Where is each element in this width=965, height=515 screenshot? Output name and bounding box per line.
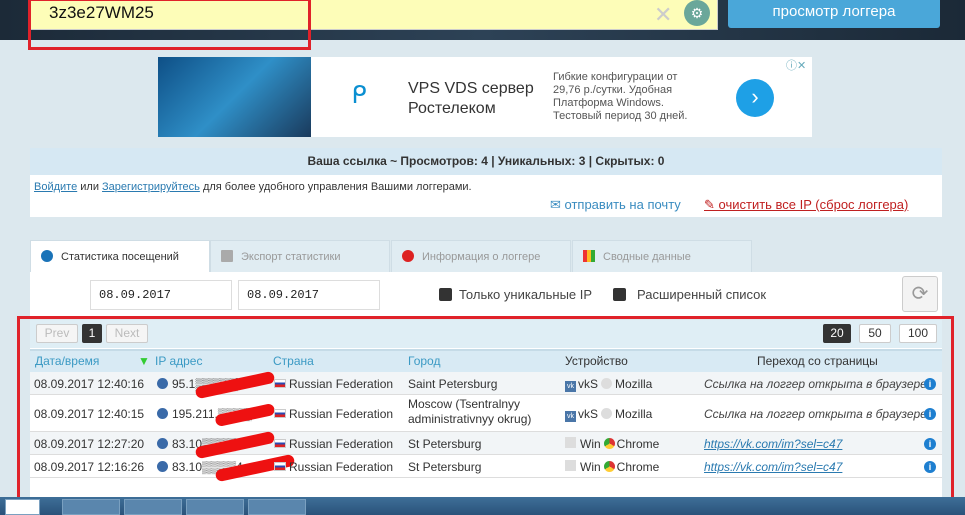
unique-ip-label: Только уникальные IP [459, 287, 593, 302]
advertisement[interactable]: ᑭ VPS VDS сервер Ростелеком Гибкие конфи… [158, 57, 812, 137]
ad-arrow-button[interactable]: › [736, 79, 774, 117]
view-logger-button[interactable]: просмотр логгера [728, 0, 940, 28]
login-notice: Войдите или Зарегистрируйтесь для более … [34, 181, 472, 193]
notice-panel: Войдите или Зарегистрируйтесь для более … [30, 175, 942, 217]
tab-label: Информация о логгере [422, 251, 541, 263]
clear-ip-label: очистить все IP (сброс логгера) [718, 197, 909, 212]
refresh-button[interactable]: ⟳ [902, 276, 938, 312]
tab-label: Статистика посещений [61, 251, 179, 263]
tab-export[interactable]: Экспорт статистики [210, 240, 390, 272]
ad-close-icon[interactable]: ⓘ✕ [786, 57, 806, 73]
settings-icon[interactable]: ⚙ [684, 0, 710, 26]
date-to-input[interactable]: 08.09.2017 [238, 280, 380, 310]
register-link[interactable]: Зарегистрируйтесь [102, 181, 200, 193]
send-mail-link[interactable]: ✉ отправить на почту [550, 197, 681, 213]
eye-icon [41, 250, 53, 262]
unique-ip-checkbox[interactable] [439, 288, 452, 301]
tab-label: Сводные данные [603, 251, 691, 263]
rostelecom-logo: ᑭ [351, 82, 367, 109]
send-mail-label: отправить на почту [564, 197, 681, 212]
taskbar-chrome[interactable] [248, 499, 306, 515]
notice-text: для более удобного управления Вашими лог… [199, 181, 472, 193]
date-from-input[interactable]: 08.09.2017 [90, 280, 232, 310]
taskbar-skype[interactable] [62, 499, 120, 515]
mail-icon: ✉ [550, 197, 565, 212]
highlight-box [17, 316, 954, 508]
clear-ip-link[interactable]: ✎ очистить все IP (сброс логгера) [704, 197, 908, 213]
ad-title: VPS VDS сервер Ростелеком [408, 80, 534, 117]
or-text: или [77, 181, 103, 193]
clear-icon[interactable]: ✕ [654, 2, 672, 28]
pencil-icon: ✎ [704, 197, 719, 212]
tab-summary[interactable]: Сводные данные [572, 240, 752, 272]
tab-logger-info[interactable]: Информация о логгере [391, 240, 571, 272]
login-link[interactable]: Войдите [34, 181, 77, 193]
highlight-box [28, 0, 311, 50]
bar-chart-icon [583, 250, 595, 262]
document-icon [221, 250, 233, 262]
stats-bar: Ваша ссылка ~ Просмотров: 4 | Уникальных… [30, 148, 942, 175]
extended-list-label: Расширенный список [637, 287, 767, 302]
taskbar-word[interactable] [186, 499, 244, 515]
ad-description: Гибкие конфигурации от 29,76 р./сутки. У… [553, 71, 688, 122]
ad-image [158, 57, 311, 137]
taskbar-app[interactable] [5, 499, 40, 515]
extended-list-checkbox[interactable] [613, 288, 626, 301]
filter-panel: 08.09.2017 08.09.2017 Только уникальные … [30, 272, 942, 316]
taskbar [0, 497, 965, 515]
taskbar-telegram[interactable] [124, 499, 182, 515]
tab-visit-stats[interactable]: Статистика посещений [30, 240, 210, 272]
question-icon [402, 250, 414, 262]
tab-label: Экспорт статистики [241, 251, 341, 263]
